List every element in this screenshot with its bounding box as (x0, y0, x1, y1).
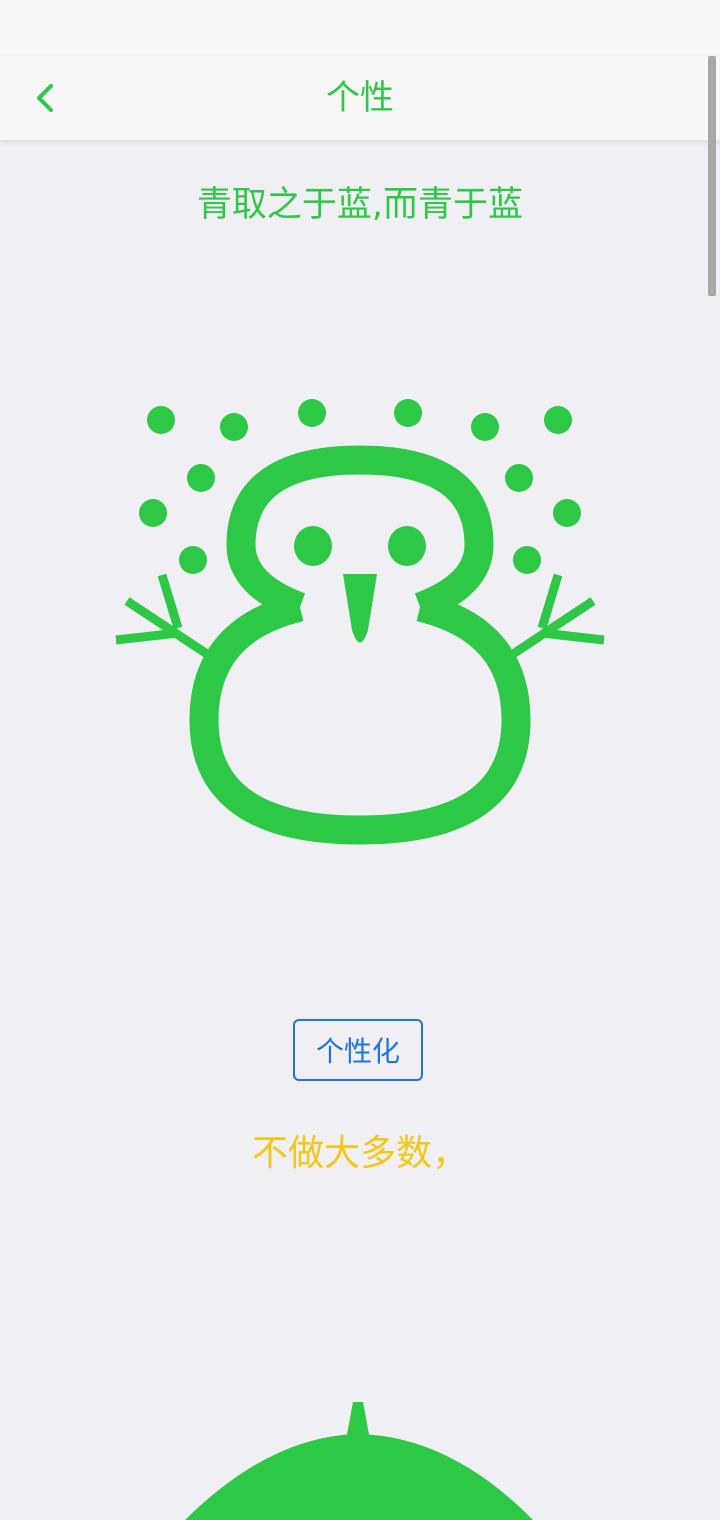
snowflake-dot (513, 546, 541, 574)
personalize-button[interactable]: 个性化 (293, 1019, 423, 1081)
headline-text: 青取之于蓝,而青于蓝 (196, 185, 524, 225)
snowflake-dot (471, 413, 499, 441)
snowflake-dot (179, 546, 207, 574)
snowman-right-arm-twig (537, 573, 563, 630)
snowman-right-arm-twig (541, 628, 605, 645)
snowflake-dot (220, 413, 248, 441)
slogan-text: 不做大多数， (251, 1133, 468, 1174)
snowflake-dot (298, 399, 326, 427)
snowflake-dot (553, 499, 581, 527)
snowman-left-arm-twig (157, 573, 183, 630)
snowflake-dot (187, 464, 215, 492)
snowflake-dot (147, 406, 175, 434)
snowman-right-eye (388, 526, 426, 566)
scrollbar[interactable] (708, 56, 716, 296)
snowman-nose (343, 574, 377, 643)
snowflake-dot (544, 406, 572, 434)
snowman-left-arm-twig (115, 628, 179, 645)
snowman-head-icon (185, 1402, 533, 1520)
snowman-icon (115, 399, 605, 845)
snowflake-dot (505, 464, 533, 492)
page-title: 个性 (326, 78, 394, 118)
snowman-head-dome (185, 1434, 533, 1520)
snowman-left-eye (294, 526, 332, 566)
snowflake-dot (139, 499, 167, 527)
status-bar (0, 0, 720, 56)
snowflake-dot (394, 399, 422, 427)
navigation-bar: 个性 (0, 56, 720, 140)
